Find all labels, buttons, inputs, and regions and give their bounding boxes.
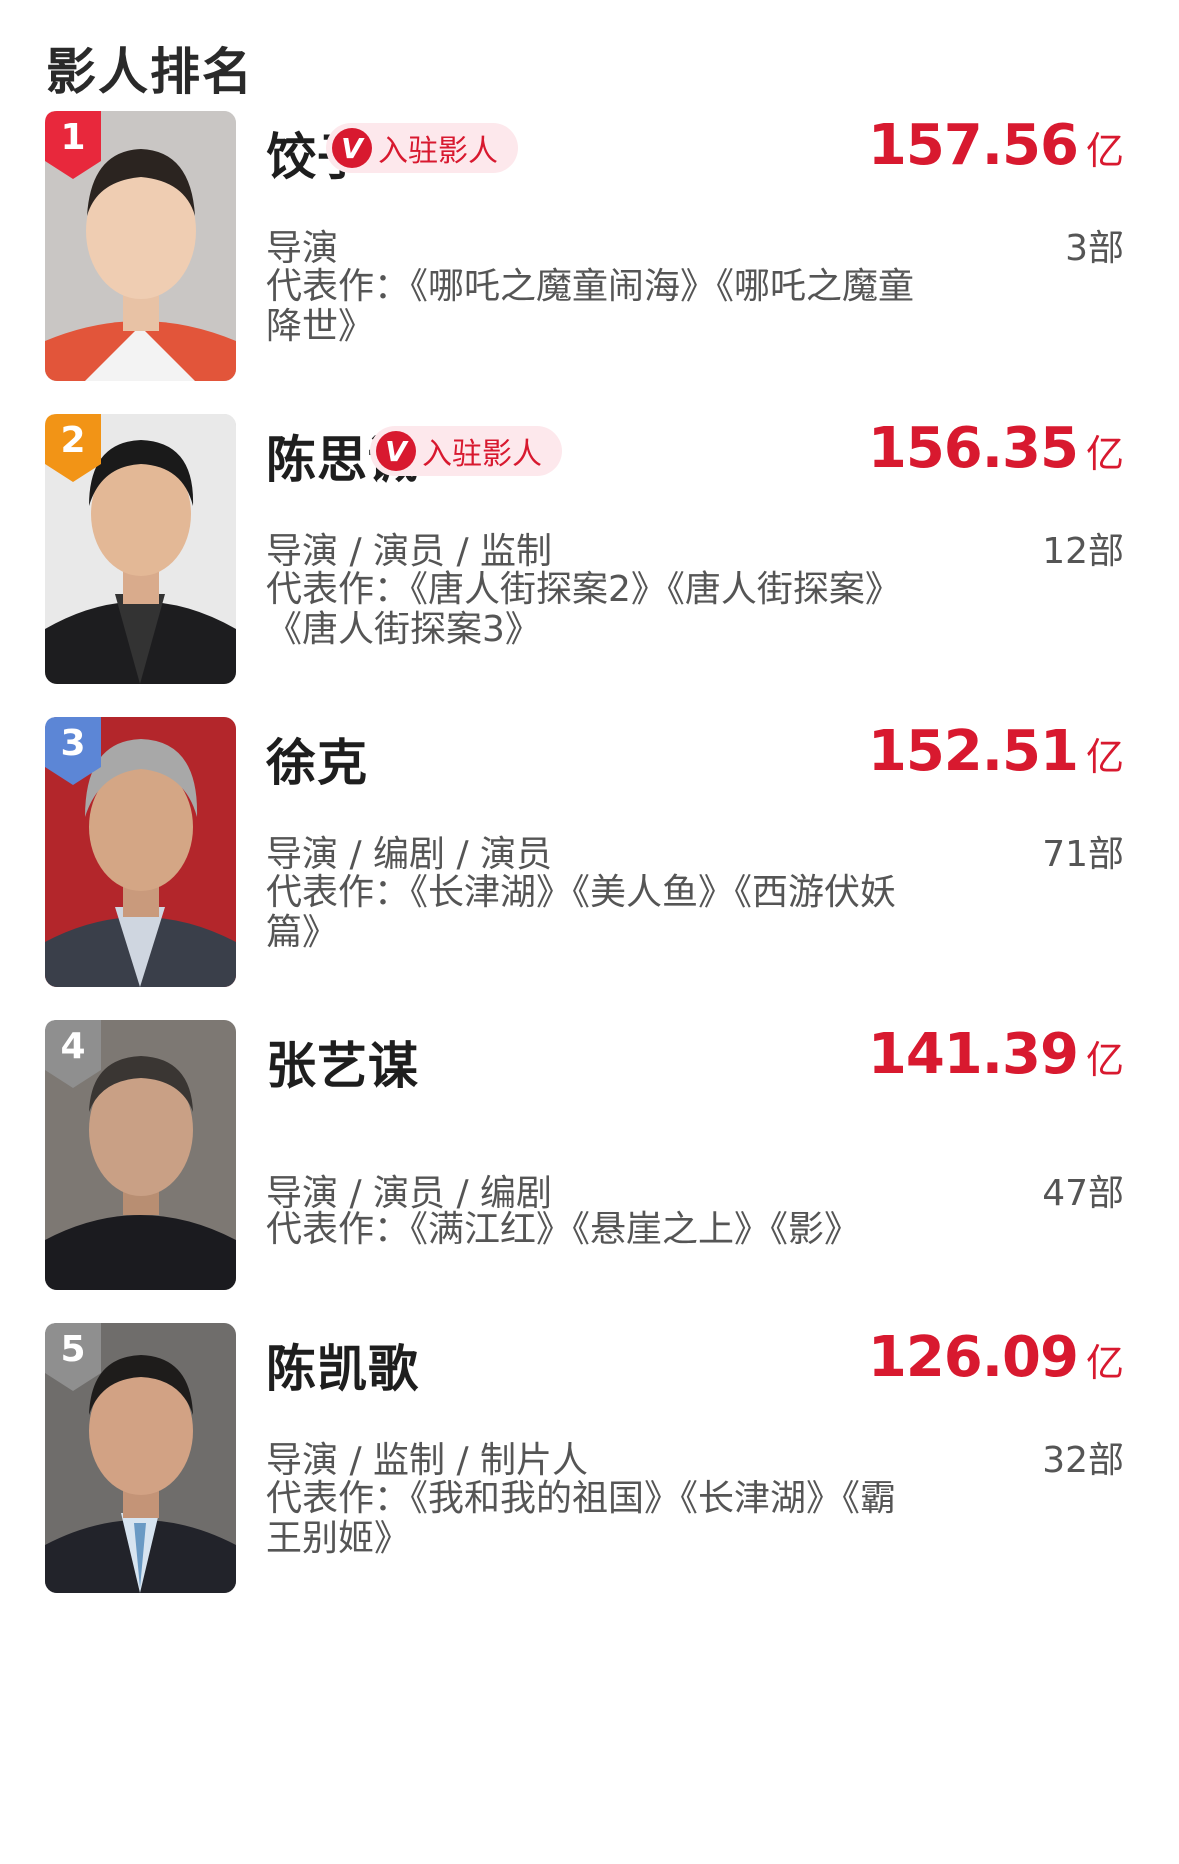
rank-number: 2: [60, 420, 86, 461]
ranking-page: 影人排名 1 饺子 V 入驻影人 157.56 亿 导演 3部 代表作：《哪吒之…: [0, 0, 1179, 1864]
box-office-total: 156.35 亿: [868, 416, 1124, 481]
rank-number: 3: [60, 723, 86, 764]
rank-number: 1: [60, 117, 86, 158]
person-name[interactable]: 徐克: [266, 723, 368, 795]
representative-works: 代表作：《我和我的祖国》《长津湖》《霸王别姬》: [266, 1478, 897, 1559]
box-office-total: 157.56 亿: [868, 113, 1124, 178]
person-roles: 导演: [266, 228, 339, 269]
box-office-unit: 亿: [1085, 129, 1124, 173]
person-roles: 导演 / 编剧 / 演员: [266, 834, 553, 875]
person-roles: 导演 / 监制 / 制片人: [266, 1440, 589, 1481]
ranking-row-1[interactable]: 1 饺子 V 入驻影人 157.56 亿 导演 3部 代表作：《哪吒之魔童闹海》…: [0, 111, 1179, 411]
ranking-row-4[interactable]: 4 张艺谋 141.39 亿 导演 / 演员 / 编剧 47部 代表作：《满江红…: [0, 1020, 1179, 1320]
rank-badge: 4: [45, 1020, 101, 1088]
film-count: 71部: [1042, 834, 1124, 875]
ranking-row-2[interactable]: 2 陈思诚 V 入驻影人 156.35 亿 导演 / 演员 / 监制 12部 代…: [0, 414, 1179, 714]
box-office-unit: 亿: [1085, 1341, 1124, 1385]
box-office-unit: 亿: [1085, 432, 1124, 476]
verified-badge: V 入驻影人: [326, 123, 518, 173]
box-office-amount: 157.56: [867, 113, 1079, 178]
film-count: 3部: [1065, 228, 1124, 269]
film-count: 47部: [1042, 1173, 1124, 1214]
rank-number: 4: [60, 1026, 86, 1067]
box-office-unit: 亿: [1085, 735, 1124, 779]
ranking-row-3[interactable]: 3 徐克 152.51 亿 导演 / 编剧 / 演员 71部 代表作：《长津湖》…: [0, 717, 1179, 1017]
box-office-amount: 152.51: [867, 719, 1079, 784]
box-office-amount: 156.35: [867, 416, 1079, 481]
verified-label: 入驻影人: [378, 134, 498, 169]
box-office-total: 141.39 亿: [868, 1022, 1124, 1087]
rank-badge: 5: [45, 1323, 101, 1391]
representative-works: 代表作：《满江红》《悬崖之上》《影》: [266, 1209, 861, 1250]
rank-badge: 3: [45, 717, 101, 785]
person-name[interactable]: 陈凯歌: [266, 1329, 419, 1401]
representative-works: 代表作：《唐人街探案2》《唐人街探案》《唐人街探案3》: [266, 569, 901, 650]
box-office-amount: 126.09: [867, 1325, 1079, 1390]
person-name[interactable]: 张艺谋: [266, 1026, 419, 1098]
box-office-total: 152.51 亿: [868, 719, 1124, 784]
representative-works: 代表作：《长津湖》《美人鱼》《西游伏妖篇》: [266, 872, 897, 953]
representative-works: 代表作：《哪吒之魔童闹海》《哪吒之魔童降世》: [266, 266, 915, 347]
rank-number: 5: [60, 1329, 86, 1370]
film-count: 12部: [1042, 531, 1124, 572]
rank-badge: 2: [45, 414, 101, 482]
verified-v-icon: V: [332, 128, 372, 168]
verified-v-icon: V: [376, 431, 416, 471]
verified-badge: V 入驻影人: [370, 426, 562, 476]
rank-badge: 1: [45, 111, 101, 179]
box-office-unit: 亿: [1085, 1038, 1124, 1082]
box-office-amount: 141.39: [867, 1022, 1079, 1087]
verified-label: 入驻影人: [422, 437, 542, 472]
ranking-row-5[interactable]: 5 陈凯歌 126.09 亿 导演 / 监制 / 制片人 32部 代表作：《我和…: [0, 1323, 1179, 1623]
box-office-total: 126.09 亿: [868, 1325, 1124, 1390]
section-title: 影人排名: [46, 43, 254, 101]
film-count: 32部: [1042, 1440, 1124, 1481]
person-roles: 导演 / 演员 / 监制: [266, 531, 553, 572]
